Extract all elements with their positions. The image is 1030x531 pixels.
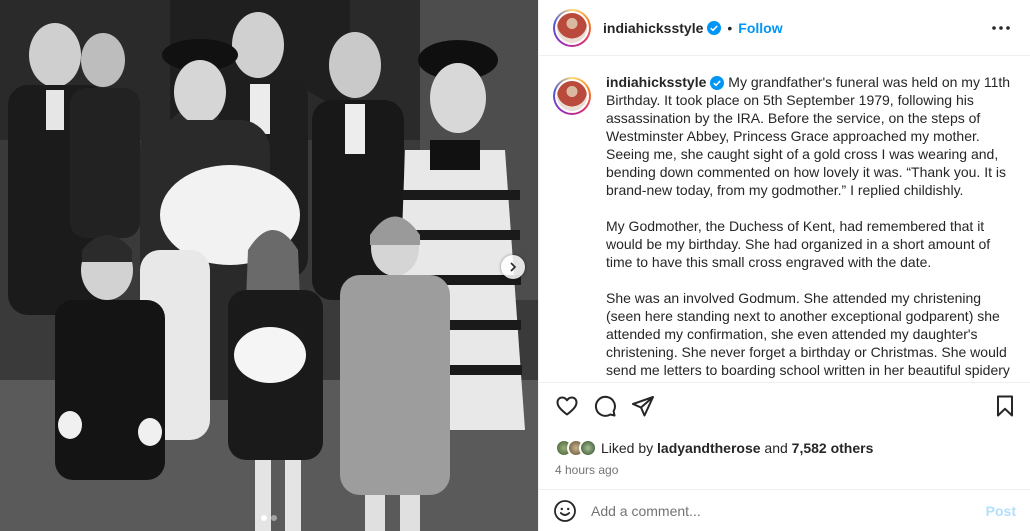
caption-paragraph-2: My Godmother, the Duchess of Kent, had r…: [606, 218, 991, 270]
post-photo[interactable]: [0, 0, 538, 531]
likes-count-link[interactable]: 7,582 others: [792, 440, 874, 456]
post-comment-button[interactable]: Post: [986, 503, 1016, 519]
comment-composer: Post: [539, 489, 1030, 531]
post-side-panel: indiahicksstyle • Follow indiahicksstyle…: [538, 0, 1030, 531]
carousel-indicator: [0, 515, 538, 521]
author-avatar[interactable]: [553, 8, 591, 47]
more-options-icon[interactable]: [986, 21, 1016, 35]
caption-paragraph-1: indiahicksstyle My grandfather's funeral…: [606, 73, 1016, 199]
paper-plane-icon[interactable]: [631, 394, 655, 418]
post-actions: Liked by ladyandtherose and 7,582 others…: [539, 382, 1030, 477]
follow-button[interactable]: Follow: [738, 20, 782, 36]
liker-avatars: [555, 439, 597, 457]
author-username[interactable]: indiahicksstyle: [603, 20, 703, 36]
verified-badge-icon: [707, 20, 722, 35]
caption: indiahicksstyle My grandfather's funeral…: [553, 73, 1016, 382]
bookmark-icon[interactable]: [994, 394, 1016, 418]
carousel-dot-2: [271, 515, 277, 521]
caption-text: indiahicksstyle My grandfather's funeral…: [606, 73, 1016, 382]
action-bar: [555, 393, 1016, 419]
caption-paragraph-3: She was an involved Godmum. She attended…: [606, 290, 1010, 382]
likes-text: Liked by ladyandtherose and 7,582 others: [601, 440, 873, 456]
caption-author-avatar[interactable]: [553, 77, 591, 115]
carousel-next-button[interactable]: [501, 255, 525, 279]
likes-summary: Liked by ladyandtherose and 7,582 others: [555, 439, 1016, 457]
likes-and: and: [764, 440, 788, 456]
comment-input[interactable]: [591, 502, 986, 519]
chevron-right-icon: [510, 262, 517, 272]
carousel-dot-1: [261, 515, 267, 521]
heart-icon[interactable]: [555, 394, 579, 418]
post-header: indiahicksstyle • Follow: [539, 0, 1030, 56]
verified-badge-icon: [710, 76, 725, 91]
header-separator: •: [727, 19, 733, 36]
photo-illustration: [0, 0, 538, 531]
likes-prefix: Liked by: [601, 440, 654, 456]
post-timestamp[interactable]: 4 hours ago: [555, 463, 1016, 477]
comment-bubble-icon[interactable]: [593, 394, 617, 418]
caption-username[interactable]: indiahicksstyle: [606, 74, 706, 90]
liker-avatar[interactable]: [579, 439, 597, 457]
smiley-icon[interactable]: [553, 499, 577, 523]
comments-scroll-area[interactable]: indiahicksstyle My grandfather's funeral…: [539, 57, 1030, 382]
caption-paragraph-1-text: My grandfather's funeral was held on my …: [606, 74, 1011, 198]
liker-username-link[interactable]: ladyandtherose: [657, 440, 760, 456]
